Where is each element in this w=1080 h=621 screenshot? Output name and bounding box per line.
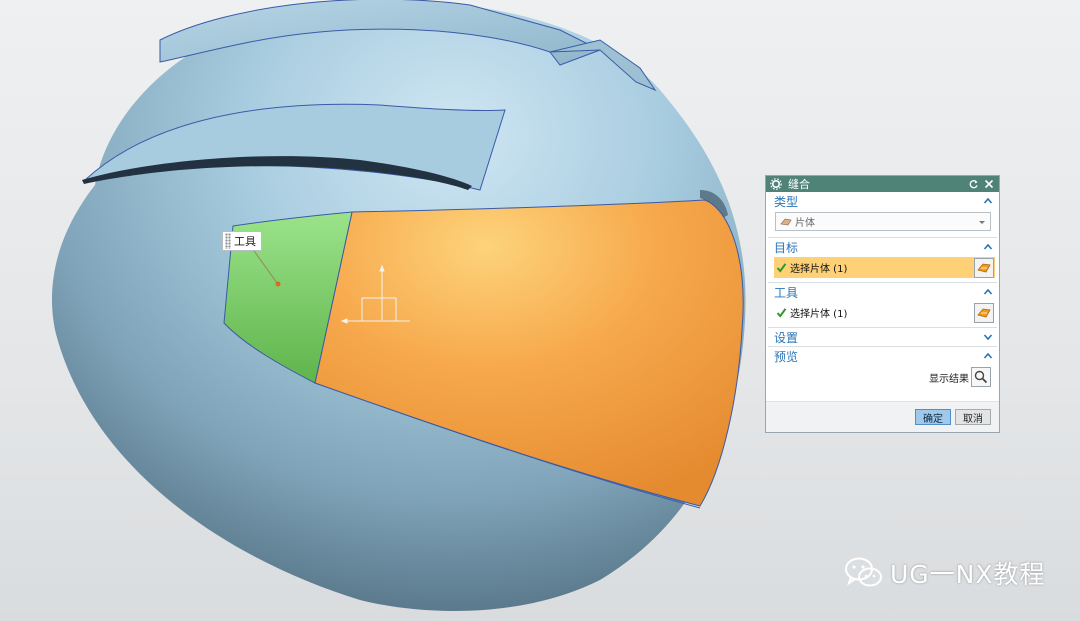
section-settings-header[interactable]: 设置 — [766, 328, 999, 346]
gear-icon — [770, 178, 782, 190]
chevron-up-icon — [983, 243, 993, 250]
chevron-down-icon — [983, 334, 993, 341]
sheet-select-icon — [977, 308, 991, 317]
sheet-body-icon — [780, 218, 792, 225]
check-icon — [776, 308, 787, 318]
chevron-up-icon — [983, 197, 993, 204]
watermark: UG一NX教程 — [844, 555, 1046, 591]
grip-icon — [225, 233, 231, 249]
tool-pick-point — [275, 281, 281, 287]
check-icon — [776, 263, 787, 273]
dialog-titlebar[interactable]: 缝合 — [766, 176, 999, 192]
section-preview-header[interactable]: 预览 — [766, 347, 999, 365]
cancel-button[interactable]: 取消 — [955, 409, 991, 425]
sheet-select-icon — [977, 263, 991, 272]
close-icon[interactable] — [982, 178, 995, 191]
section-type-header[interactable]: 类型 — [766, 192, 999, 210]
reset-icon[interactable] — [967, 178, 980, 191]
select-sheet-button[interactable] — [974, 302, 994, 323]
show-result-label: 显示结果 — [929, 373, 969, 385]
select-sheet-button[interactable] — [974, 257, 994, 278]
tool-tag-label: 工具 — [222, 231, 262, 251]
watermark-text: UG一NX教程 — [890, 560, 1046, 589]
chevron-down-icon — [979, 220, 985, 224]
sew-dialog: 缝合 类型 片体 目标 选择片体 (1) 工具 选择片体 (1) 设置 预览 显… — [765, 175, 1000, 433]
show-result-button[interactable] — [971, 367, 991, 387]
target-select-row[interactable]: 选择片体 (1) — [774, 257, 995, 278]
dialog-title: 缝合 — [788, 178, 810, 191]
chevron-up-icon — [983, 288, 993, 295]
type-dropdown[interactable]: 片体 — [775, 212, 991, 231]
wechat-icon — [845, 557, 882, 587]
magnifier-icon — [974, 370, 988, 384]
section-target-header[interactable]: 目标 — [766, 238, 999, 256]
section-tool-header[interactable]: 工具 — [766, 283, 999, 301]
ok-button[interactable]: 确定 — [915, 409, 951, 425]
tool-select-row[interactable]: 选择片体 (1) — [774, 302, 995, 323]
chevron-up-icon — [983, 352, 993, 359]
dialog-footer: 确定 取消 — [766, 401, 999, 432]
